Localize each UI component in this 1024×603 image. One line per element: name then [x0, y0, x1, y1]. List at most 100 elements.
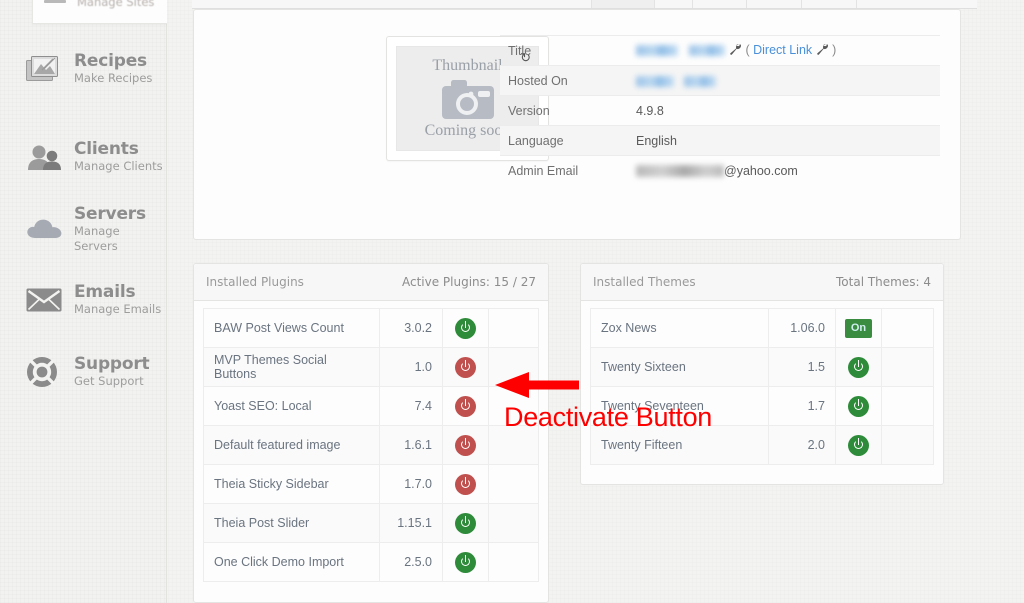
- wrench-icon[interactable]: [729, 43, 742, 59]
- theme-extra: [881, 347, 934, 387]
- sidebar-item-servers-subtitle: Manage Servers: [74, 223, 120, 253]
- info-value: [628, 65, 940, 96]
- table-row[interactable]: Yoast SEO: Local 7.4: [203, 386, 539, 426]
- strip-cell: [747, 0, 802, 8]
- active-plugins-count: Active Plugins: 15 / 27: [402, 275, 536, 289]
- theme-version: 1.06.0: [768, 308, 836, 348]
- plugin-toggle[interactable]: [442, 542, 489, 582]
- total-themes-count: Total Themes: 4: [836, 275, 931, 289]
- strip-cell: [857, 0, 975, 8]
- plugins-table: BAW Post Views Count 3.0.2 MVP Themes So…: [203, 308, 539, 582]
- info-value: English: [628, 125, 940, 156]
- sidebar: Manage Sites Recipes Make Recipes Client…: [0, 0, 167, 603]
- sidebar-item-recipes[interactable]: Recipes Make Recipes: [0, 42, 167, 96]
- power-off-icon[interactable]: [455, 473, 476, 495]
- plugin-extra: [488, 347, 539, 387]
- sidebar-item-clients-title: Clients: [74, 139, 139, 159]
- info-value: @yahoo.com: [628, 155, 940, 186]
- plugin-name: One Click Demo Import: [203, 542, 380, 582]
- strip-cell: [655, 0, 693, 8]
- info-row-hosted-on: Hosted On: [500, 65, 940, 96]
- installed-themes-panel: Installed Themes Total Themes: 4 Zox New…: [580, 263, 944, 485]
- table-row[interactable]: Zox News 1.06.0 On: [590, 308, 934, 348]
- table-row[interactable]: MVP Themes Social Buttons 1.0: [203, 347, 539, 387]
- table-row[interactable]: Default featured image 1.6.1: [203, 425, 539, 465]
- redacted-title-part1: [636, 44, 678, 56]
- sidebar-item-recipes-title: Recipes: [74, 51, 147, 71]
- info-value: 4.9.8: [628, 95, 940, 126]
- plugin-extra: [488, 542, 539, 582]
- plugin-version: 1.15.1: [379, 503, 443, 543]
- sidebar-item-servers[interactable]: Servers Manage Servers: [0, 202, 167, 256]
- strip-cell: [192, 0, 592, 8]
- power-off-icon[interactable]: [455, 395, 476, 417]
- lifebuoy-icon: [26, 356, 74, 388]
- power-off-icon[interactable]: [455, 356, 476, 378]
- theme-name: Twenty Sixteen: [590, 347, 769, 387]
- site-info-table: Title ( Direct Link) Hosted On Version …: [500, 35, 940, 186]
- plugins-panel-header: Installed Plugins Active Plugins: 15 / 2…: [194, 264, 548, 301]
- redacted-host-part2: [684, 75, 717, 87]
- themes-panel-header: Installed Themes Total Themes: 4: [581, 264, 943, 301]
- sidebar-item-support[interactable]: Support Get Support: [0, 345, 167, 399]
- theme-toggle[interactable]: [835, 347, 882, 387]
- power-on-icon[interactable]: [455, 551, 476, 573]
- plugin-name: BAW Post Views Count: [203, 308, 380, 348]
- main-content: ↻ Thumbnail Coming soon Title (Direct L…: [167, 0, 1024, 603]
- site-info-card: ↻ Thumbnail Coming soon Title (Direct L…: [193, 9, 961, 240]
- info-key: Language: [500, 125, 628, 156]
- theme-toggle[interactable]: [835, 425, 882, 465]
- sidebar-item-emails[interactable]: Emails Manage Emails: [0, 273, 167, 327]
- power-on-icon[interactable]: [455, 317, 476, 339]
- table-row[interactable]: Theia Post Slider 1.15.1: [203, 503, 539, 543]
- power-on-icon[interactable]: [848, 356, 869, 378]
- plugin-version: 1.6.1: [379, 425, 443, 465]
- strip-cell: [693, 0, 747, 8]
- table-row[interactable]: One Click Demo Import 2.5.0: [203, 542, 539, 582]
- table-row[interactable]: Theia Sticky Sidebar 1.7.0: [203, 464, 539, 504]
- theme-extra: [881, 308, 934, 348]
- table-row[interactable]: Twenty Sixteen 1.5: [590, 347, 934, 387]
- plugin-toggle[interactable]: [442, 386, 489, 426]
- wrench-icon[interactable]: [816, 43, 829, 59]
- plugin-version: 1.0: [379, 347, 443, 387]
- table-row[interactable]: BAW Post Views Count 3.0.2: [203, 308, 539, 348]
- envelope-icon: [26, 287, 74, 313]
- themes-panel-body: Zox News 1.06.0 On Twenty Sixteen 1.5 Tw…: [581, 301, 943, 465]
- sidebar-item-recipes-subtitle: Make Recipes: [74, 71, 153, 85]
- installed-plugins-panel: Installed Plugins Active Plugins: 15 / 2…: [193, 263, 549, 603]
- thumbnail-line1: Thumbnail: [432, 57, 503, 74]
- plugin-extra: [488, 308, 539, 348]
- info-key: Title: [500, 35, 628, 66]
- direct-link[interactable]: Direct Link: [753, 43, 812, 57]
- power-on-icon[interactable]: [848, 395, 869, 417]
- redacted-title-part2: [689, 44, 726, 56]
- plugin-version: 2.5.0: [379, 542, 443, 582]
- plugin-toggle[interactable]: [442, 347, 489, 387]
- sidebar-item-manage-sites-label: Manage Sites: [77, 0, 155, 9]
- info-key: Hosted On: [500, 65, 628, 96]
- theme-toggle[interactable]: [835, 386, 882, 426]
- cloud-icon: [26, 217, 74, 241]
- plugin-name: Yoast SEO: Local: [203, 386, 380, 426]
- strip-cell: [802, 0, 857, 8]
- plugin-toggle[interactable]: [442, 503, 489, 543]
- power-off-icon[interactable]: [455, 434, 476, 456]
- plugin-toggle[interactable]: [442, 425, 489, 465]
- power-on-icon[interactable]: [455, 512, 476, 534]
- plugin-extra: [488, 503, 539, 543]
- plugins-panel-title: Installed Plugins: [206, 275, 304, 289]
- email-domain: @yahoo.com: [724, 163, 798, 178]
- info-row-title: Title ( Direct Link): [500, 35, 940, 66]
- power-on-icon[interactable]: [848, 434, 869, 456]
- sidebar-item-clients[interactable]: Clients Manage Clients: [0, 130, 167, 184]
- theme-extra: [881, 425, 934, 465]
- plugins-panel-body: BAW Post Views Count 3.0.2 MVP Themes So…: [194, 301, 548, 582]
- themes-panel-title: Installed Themes: [593, 275, 696, 289]
- redacted-host-part1: [636, 75, 674, 87]
- plugin-toggle[interactable]: [442, 464, 489, 504]
- info-row-admin-email: Admin Email @yahoo.com: [500, 155, 940, 186]
- plugin-toggle[interactable]: [442, 308, 489, 348]
- theme-active-badge[interactable]: On: [835, 308, 882, 348]
- sidebar-item-emails-subtitle: Manage Emails: [74, 302, 162, 316]
